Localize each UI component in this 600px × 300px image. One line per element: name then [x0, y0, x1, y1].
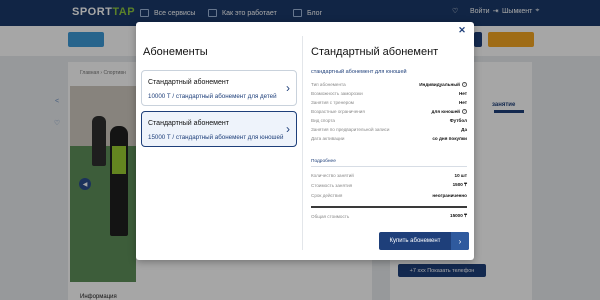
help-icon[interactable]: ? — [462, 108, 467, 114]
detail-row-trainer: Занятия с тренером Нет — [311, 99, 467, 105]
subscription-card-kids[interactable]: Стандартный абонемент 10000 Т / стандарт… — [141, 70, 297, 106]
arrow-right-icon: › — [451, 232, 469, 250]
buy-subscription-button[interactable]: Купить абонемент › — [379, 232, 469, 250]
help-icon[interactable]: ? — [462, 81, 467, 87]
subscription-card-youth[interactable]: Стандартный абонемент 15000 Т / стандарт… — [141, 111, 297, 147]
detail-row-total: Общая стоимость 15000 ₸ — [311, 213, 467, 219]
subscription-details: Стандартный абонемент стандартный абонем… — [303, 22, 474, 260]
more-details-link[interactable]: Подробнее — [311, 159, 336, 164]
detail-row-freeze: Возможность заморозки Нет — [311, 90, 467, 96]
subscription-price: 10000 Т / стандартный абонемент для дете… — [148, 93, 277, 100]
subscriptions-modal: ✕ Абонементы Стандартный абонемент 10000… — [136, 22, 474, 260]
detail-row-age: Возрастные ограничения для юношей? — [311, 108, 467, 114]
detail-subtitle: стандартный абонемент для юношей — [311, 69, 407, 75]
subscriptions-list: Абонементы Стандартный абонемент 10000 Т… — [136, 22, 302, 260]
detail-row-lesson-price: Стоимость занятия 1500 ₸ — [311, 182, 467, 188]
detail-row-count: Количество занятий 10 шт — [311, 172, 467, 178]
subscription-price: 15000 Т / стандартный абонемент для юнош… — [148, 134, 284, 141]
subscription-name: Стандартный абонемент — [148, 120, 229, 127]
detail-title: Стандартный абонемент — [311, 46, 439, 58]
detail-row-sport: Вид спорта Футбол — [311, 117, 467, 123]
detail-row-type: Тип абонемента Индивидуальный? — [311, 81, 467, 87]
subscriptions-title: Абонементы — [143, 46, 208, 58]
detail-row-validity: Срок действия неограниченно — [311, 192, 467, 198]
subscription-name: Стандартный абонемент — [148, 79, 229, 86]
detail-row-activation: Дата активации со дня покупки — [311, 135, 467, 141]
detail-row-booking: Занятия по предварительной записи Да — [311, 126, 467, 132]
chevron-right-icon: › — [286, 122, 290, 136]
chevron-right-icon: › — [286, 81, 290, 95]
